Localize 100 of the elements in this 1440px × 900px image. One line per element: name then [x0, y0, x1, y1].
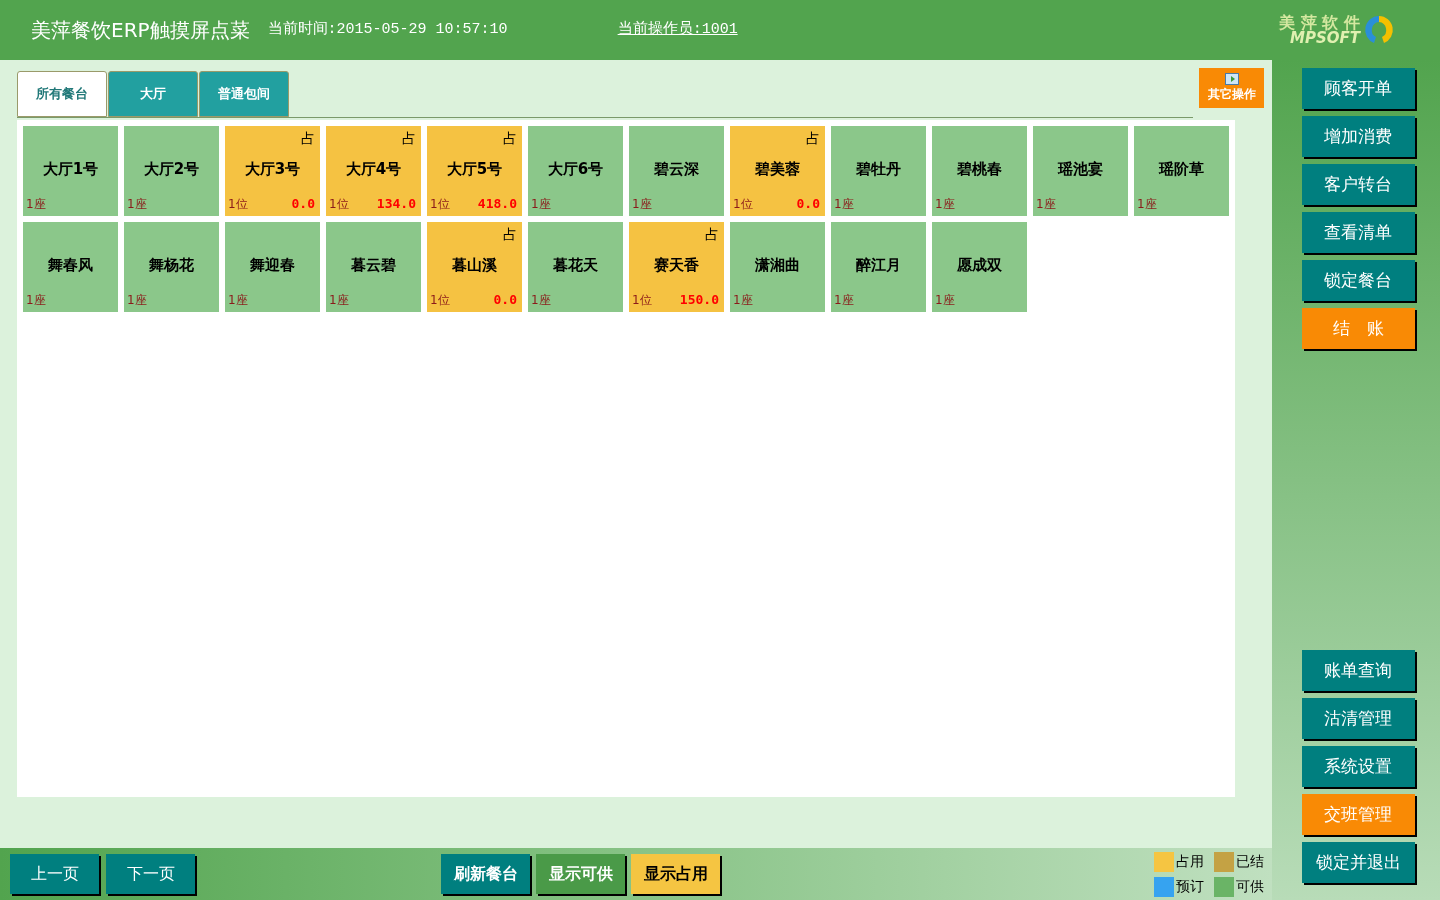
- tab[interactable]: 所有餐台: [17, 71, 107, 117]
- page-button[interactable]: 上一页: [10, 854, 99, 894]
- seat-count: 1位: [430, 196, 450, 213]
- table-tile[interactable]: 占 赛天香 1位 150.0: [629, 222, 724, 312]
- table-name: 碧桃春: [956, 159, 1003, 180]
- table-tile[interactable]: 瑶池宴 1座: [1033, 126, 1128, 216]
- occupied-mark: 占: [806, 129, 820, 148]
- seat-count: 1位: [632, 292, 652, 309]
- side-button[interactable]: 顾客开单: [1301, 68, 1415, 109]
- table-tile[interactable]: 舞迎春 1座: [225, 222, 320, 312]
- table-tile[interactable]: 占 大厅5号 1位 418.0: [427, 126, 522, 216]
- seat-count: 1座: [733, 292, 753, 309]
- seat-count: 1座: [632, 196, 652, 213]
- side-button[interactable]: 锁定并退出: [1301, 842, 1415, 883]
- table-tile[interactable]: 暮花天 1座: [528, 222, 623, 312]
- table-name: 碧美蓉: [754, 159, 801, 180]
- table-name: 赛天香: [653, 255, 700, 276]
- table-name: 大厅3号: [243, 159, 302, 180]
- table-tile[interactable]: 大厅2号 1座: [124, 126, 219, 216]
- table-amount: 418.0: [477, 194, 517, 213]
- legend-label: 占用: [1176, 852, 1204, 871]
- table-name: 舞杨花: [148, 255, 195, 276]
- table-tile[interactable]: 碧桃春 1座: [932, 126, 1027, 216]
- filter-button[interactable]: 显示占用: [631, 854, 720, 894]
- seat-count: 1位: [430, 292, 450, 309]
- table-name: 暮云碧: [350, 255, 397, 276]
- table-tile[interactable]: 瑶阶草 1座: [1134, 126, 1229, 216]
- table-amount: 150.0: [679, 290, 719, 309]
- table-name: 瑶阶草: [1157, 159, 1205, 180]
- table-tile[interactable]: 暮云碧 1座: [326, 222, 421, 312]
- exit-door-icon: [1224, 73, 1239, 85]
- table-name: 潇湘曲: [754, 255, 801, 276]
- seat-count: 1座: [531, 292, 551, 309]
- table-tile[interactable]: 大厅6号 1座: [528, 126, 623, 216]
- seat-count: 1座: [26, 196, 46, 213]
- table-tile[interactable]: 占 大厅3号 1位 0.0: [225, 126, 320, 216]
- side-button[interactable]: 增加消费: [1301, 116, 1415, 157]
- seat-count: 1座: [1137, 196, 1157, 213]
- occupied-mark: 占: [301, 129, 315, 148]
- seat-count: 1座: [228, 292, 248, 309]
- legend-label: 已结: [1236, 852, 1264, 871]
- table-tile[interactable]: 大厅1号 1座: [23, 126, 118, 216]
- table-amount: 0.0: [291, 194, 315, 213]
- legend-label: 预订: [1176, 877, 1204, 896]
- table-name: 碧云深: [653, 159, 700, 180]
- side-button[interactable]: 账单查询: [1301, 650, 1415, 691]
- table-tile[interactable]: 占 碧美蓉 1位 0.0: [730, 126, 825, 216]
- table-tile[interactable]: 愿成双 1座: [932, 222, 1027, 312]
- table-name: 大厅2号: [142, 159, 201, 180]
- seat-count: 1位: [733, 196, 753, 213]
- table-amount: 0.0: [796, 194, 820, 213]
- seat-count: 1座: [935, 196, 955, 213]
- seat-count: 1座: [127, 196, 147, 213]
- table-tile[interactable]: 碧牡丹 1座: [831, 126, 926, 216]
- table-name: 大厅1号: [41, 159, 100, 180]
- table-amount: 134.0: [376, 194, 416, 213]
- filter-button[interactable]: 显示可供: [536, 854, 625, 894]
- table-tile[interactable]: 占 大厅4号 1位 134.0: [326, 126, 421, 216]
- seat-count: 1座: [834, 196, 854, 213]
- table-tile[interactable]: 舞春风 1座: [23, 222, 118, 312]
- table-name: 暮山溪: [451, 255, 498, 276]
- legend-label: 可供: [1236, 877, 1264, 896]
- seat-count: 1座: [531, 196, 551, 213]
- table-name: 暮花天: [552, 255, 599, 276]
- seat-count: 1座: [834, 292, 854, 309]
- table-amount: 0.0: [493, 290, 517, 309]
- side-button[interactable]: 锁定餐台: [1301, 260, 1415, 301]
- side-button[interactable]: 查看清单: [1301, 212, 1415, 253]
- table-tile[interactable]: 醉江月 1座: [831, 222, 926, 312]
- table-name: 碧牡丹: [855, 159, 902, 180]
- seat-count: 1座: [26, 292, 46, 309]
- table-name: 大厅6号: [546, 159, 605, 180]
- page-button[interactable]: 下一页: [106, 854, 195, 894]
- table-name: 愿成双: [956, 255, 1003, 276]
- seat-count: 1座: [935, 292, 955, 309]
- side-button[interactable]: 系统设置: [1301, 746, 1415, 787]
- current-time: 当前时间:2015-05-29 10:57:10: [267, 19, 508, 40]
- occupied-mark: 占: [503, 225, 517, 244]
- logo-text: 美 萍 软 件: [1279, 14, 1360, 31]
- table-name: 大厅5号: [445, 159, 504, 180]
- table-tile[interactable]: 潇湘曲 1座: [730, 222, 825, 312]
- table-name: 舞春风: [47, 255, 94, 276]
- table-name: 大厅4号: [344, 159, 403, 180]
- occupied-mark: 占: [402, 129, 416, 148]
- table-tile[interactable]: 舞杨花 1座: [124, 222, 219, 312]
- seat-count: 1位: [228, 196, 248, 213]
- table-tile[interactable]: 占 暮山溪 1位 0.0: [427, 222, 522, 312]
- seat-count: 1位: [329, 196, 349, 213]
- occupied-mark: 占: [705, 225, 719, 244]
- table-tile[interactable]: 碧云深 1座: [629, 126, 724, 216]
- filter-button[interactable]: 刷新餐台: [441, 854, 530, 894]
- side-button[interactable]: 客户转台: [1301, 164, 1415, 205]
- app-title: 美萍餐饮ERP触摸屏点菜: [31, 17, 250, 44]
- logo-wordmark: MPSOFT: [1290, 30, 1360, 46]
- table-name: 舞迎春: [249, 255, 296, 276]
- seat-count: 1座: [127, 292, 147, 309]
- table-name: 瑶池宴: [1056, 159, 1104, 180]
- side-button[interactable]: 沽清管理: [1301, 698, 1415, 739]
- table-name: 醉江月: [855, 255, 902, 276]
- occupied-mark: 占: [503, 129, 517, 148]
